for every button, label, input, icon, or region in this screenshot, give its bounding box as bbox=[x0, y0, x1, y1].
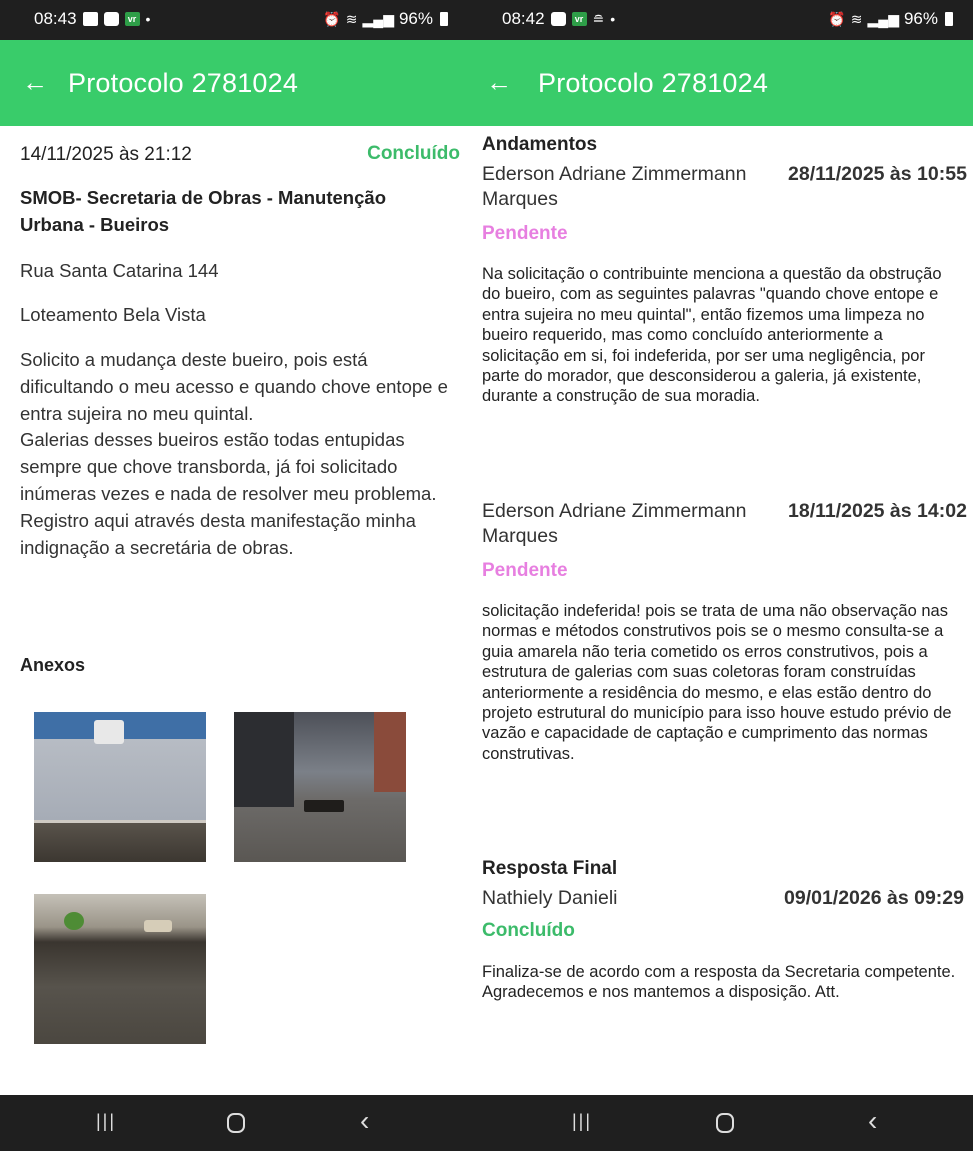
battery-icon bbox=[440, 12, 448, 26]
app-bar: ← Protocolo 2781024 bbox=[468, 40, 973, 126]
status-badge: Concluído bbox=[482, 920, 575, 941]
home-icon[interactable] bbox=[716, 1113, 734, 1133]
left-screen: 08:43 vr • ⏰ ≋ ▂▄▆ 96% ← Protocolo 27810… bbox=[0, 0, 468, 1151]
cast-notification-icon: ≘ bbox=[592, 10, 605, 27]
andamentos-title: Andamentos bbox=[482, 134, 598, 155]
back-chevron-icon[interactable]: ‹ bbox=[360, 1105, 369, 1137]
attachment-photo-2[interactable] bbox=[234, 712, 406, 862]
mail-notification-icon bbox=[103, 12, 119, 26]
app-bar: ← Protocolo 2781024 bbox=[0, 40, 468, 126]
final-date: 09/01/2026 às 09:29 bbox=[784, 887, 964, 909]
page-title: Protocolo 2781024 bbox=[68, 68, 299, 98]
status-time: 08:42 bbox=[502, 9, 545, 28]
final-person: Nathiely Danieli bbox=[482, 887, 618, 909]
andamento-person: Ederson Adriane Zimmermann Marques bbox=[482, 163, 747, 210]
attachment-photo-1[interactable] bbox=[34, 712, 206, 862]
attachment-photo-3[interactable] bbox=[34, 894, 206, 1044]
andamento-text: Na solicitação o contribuinte menciona a… bbox=[482, 265, 942, 406]
page-title: Protocolo 2781024 bbox=[538, 68, 769, 98]
wifi-icon: ≋ bbox=[345, 10, 358, 27]
app-notification-icon: vr bbox=[124, 12, 140, 26]
more-notifications-icon: • bbox=[145, 11, 151, 27]
recent-apps-icon[interactable]: ||| bbox=[572, 1111, 592, 1132]
signal-icon: ▂▄▆ bbox=[362, 10, 394, 27]
battery-percent: 96% bbox=[903, 9, 938, 28]
final-response-title: Resposta Final bbox=[482, 858, 618, 879]
andamento-person: Ederson Adriane Zimmermann Marques bbox=[482, 500, 747, 547]
system-nav-bar: ||| ‹ bbox=[0, 1095, 468, 1151]
andamento-text: solicitação indeferida! pois se trata de… bbox=[482, 602, 952, 763]
request-description: Solicito a mudança deste bueiro, pois es… bbox=[20, 349, 448, 558]
wifi-icon: ≋ bbox=[850, 10, 863, 27]
andamento-date: 28/11/2025 às 10:55 bbox=[788, 163, 967, 185]
mail-notification-icon bbox=[550, 12, 566, 26]
alarm-icon: ⏰ bbox=[323, 10, 341, 27]
alarm-icon: ⏰ bbox=[828, 10, 846, 27]
status-badge: Concluído bbox=[367, 143, 460, 164]
secretaria-title: SMOB- Secretaria de Obras - Manutenção U… bbox=[20, 187, 386, 235]
more-notifications-icon: • bbox=[610, 11, 616, 27]
status-badge: Pendente bbox=[482, 560, 568, 581]
neighborhood: Loteamento Bela Vista bbox=[20, 304, 206, 325]
right-screen: 08:42 vr ≘ • ⏰ ≋ ▂▄▆ 96% ← Protocolo 278… bbox=[468, 0, 973, 1151]
arrow-left-icon[interactable]: ← bbox=[486, 64, 512, 100]
gallery-notification-icon bbox=[82, 12, 98, 26]
battery-percent: 96% bbox=[398, 9, 433, 28]
status-time: 08:43 bbox=[34, 9, 77, 28]
back-chevron-icon[interactable]: ‹ bbox=[868, 1105, 877, 1137]
attachments-title: Anexos bbox=[20, 655, 86, 675]
home-icon[interactable] bbox=[227, 1113, 245, 1133]
arrow-left-icon[interactable]: ← bbox=[22, 64, 48, 100]
recent-apps-icon[interactable]: ||| bbox=[96, 1111, 116, 1132]
battery-icon bbox=[945, 12, 953, 26]
request-date: 14/11/2025 às 21:12 bbox=[20, 144, 192, 165]
app-notification-icon: vr bbox=[571, 12, 587, 26]
signal-icon: ▂▄▆ bbox=[867, 10, 899, 27]
system-nav-bar: ||| ‹ bbox=[468, 1095, 973, 1151]
final-text: Finaliza-se de acordo com a resposta da … bbox=[482, 963, 956, 1002]
status-bar: 08:43 vr • ⏰ ≋ ▂▄▆ 96% bbox=[0, 0, 468, 40]
status-badge: Pendente bbox=[482, 223, 568, 244]
status-bar: 08:42 vr ≘ • ⏰ ≋ ▂▄▆ 96% bbox=[468, 0, 973, 40]
address: Rua Santa Catarina 144 bbox=[20, 260, 219, 281]
andamento-date: 18/11/2025 às 14:02 bbox=[788, 500, 967, 522]
